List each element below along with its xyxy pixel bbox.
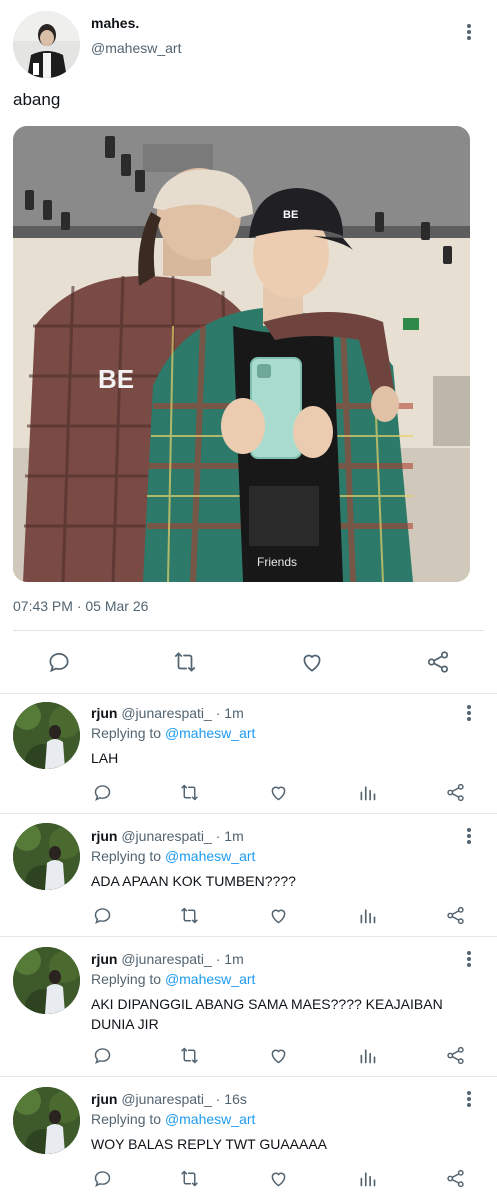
tweet-text: abang: [13, 90, 61, 109]
analytics-icon[interactable]: [355, 780, 379, 804]
retweet-icon[interactable]: [171, 648, 199, 676]
like-icon[interactable]: [266, 1166, 290, 1190]
reply-icon[interactable]: [90, 1043, 114, 1067]
reply-tweet[interactable]: rjun @junarespati_ · 1m Replying to @mah…: [0, 937, 497, 1076]
reply-author-name[interactable]: rjun: [91, 1091, 117, 1107]
reply-avatar-image: [13, 1087, 80, 1154]
shirt-print: BE: [98, 364, 134, 394]
reply-avatar[interactable]: [13, 702, 80, 769]
replying-to-prefix: Replying to: [91, 725, 162, 741]
share-icon[interactable]: [443, 903, 467, 927]
retweet-icon[interactable]: [177, 780, 201, 804]
replying-to: Replying to @mahesw_art: [91, 971, 255, 987]
replying-to-mention[interactable]: @mahesw_art: [165, 848, 255, 864]
reply-author-handle[interactable]: @junarespati_: [121, 828, 212, 844]
reply-icon[interactable]: [90, 903, 114, 927]
reply-icon[interactable]: [90, 1166, 114, 1190]
replying-to: Replying to @mahesw_art: [91, 725, 255, 741]
selfie-photo: BE Friends BE: [13, 126, 470, 582]
reply-dot: ·: [215, 1091, 221, 1107]
reply-author-name[interactable]: rjun: [91, 705, 117, 721]
reply-dot: ·: [215, 705, 221, 721]
reply-avatar-image: [13, 947, 80, 1014]
like-icon[interactable]: [266, 903, 290, 927]
replying-to-mention[interactable]: @mahesw_art: [165, 971, 255, 987]
analytics-icon[interactable]: [355, 903, 379, 927]
reply-tweet[interactable]: rjun @junarespati_ · 1m Replying to @mah…: [0, 814, 497, 936]
like-icon[interactable]: [298, 648, 326, 676]
reply-author-handle[interactable]: @junarespati_: [121, 705, 212, 721]
reply-avatar[interactable]: [13, 947, 80, 1014]
reply-header: rjun @junarespati_ · 1m: [91, 705, 244, 721]
more-options-icon[interactable]: [461, 826, 477, 846]
reply-icon[interactable]: [45, 648, 73, 676]
reply-text: AKI DIPANGGIL ABANG SAMA MAES???? KEAJAI…: [91, 996, 443, 1032]
reply-dot: ·: [215, 828, 221, 844]
share-icon[interactable]: [443, 1043, 467, 1067]
reply-author-name[interactable]: rjun: [91, 828, 117, 844]
reply-header: rjun @junarespati_ · 16s: [91, 1091, 247, 1107]
reply-header: rjun @junarespati_ · 1m: [91, 951, 244, 967]
share-icon[interactable]: [424, 648, 452, 676]
retweet-icon[interactable]: [177, 1166, 201, 1190]
main-tweet: mahes. @mahesw_art abang BE Friends BE 0…: [0, 0, 497, 693]
reply-author-handle[interactable]: @junarespati_: [121, 951, 212, 967]
author-avatar[interactable]: [13, 11, 80, 78]
reply-dot: ·: [215, 951, 221, 967]
replying-to: Replying to @mahesw_art: [91, 1111, 255, 1127]
tee-print: Friends: [257, 555, 297, 569]
like-icon[interactable]: [266, 780, 290, 804]
more-options-icon[interactable]: [461, 1089, 477, 1109]
reply-text: WOY BALAS REPLY TWT GUAAAAA: [91, 1136, 328, 1152]
replying-to-mention[interactable]: @mahesw_art: [165, 725, 255, 741]
replying-to: Replying to @mahesw_art: [91, 848, 255, 864]
reply-avatar[interactable]: [13, 823, 80, 890]
analytics-icon[interactable]: [355, 1166, 379, 1190]
reply-age: 16s: [224, 1091, 247, 1107]
reply-avatar[interactable]: [13, 1087, 80, 1154]
reply-tweet[interactable]: rjun @junarespati_ · 1m Replying to @mah…: [0, 694, 497, 813]
author-display-name[interactable]: mahes.: [91, 15, 139, 31]
reply-text: ADA APAAN KOK TUMBEN????: [91, 873, 296, 889]
more-options-icon[interactable]: [461, 22, 477, 42]
author-avatar-image: [13, 11, 80, 78]
cap-print: BE: [283, 209, 298, 221]
reply-header: rjun @junarespati_ · 1m: [91, 828, 244, 844]
replying-to-prefix: Replying to: [91, 848, 162, 864]
reply-text: LAH: [91, 750, 119, 766]
reply-avatar-image: [13, 823, 80, 890]
more-options-icon[interactable]: [461, 703, 477, 723]
reply-age: 1m: [224, 705, 244, 721]
reply-author-name[interactable]: rjun: [91, 951, 117, 967]
tweet-action-bar: [0, 645, 497, 679]
replying-to-prefix: Replying to: [91, 971, 162, 987]
reply-age: 1m: [224, 828, 244, 844]
share-icon[interactable]: [443, 1166, 467, 1190]
reply-age: 1m: [224, 951, 244, 967]
replying-to-prefix: Replying to: [91, 1111, 162, 1127]
analytics-icon[interactable]: [355, 1043, 379, 1067]
author-handle[interactable]: @mahesw_art: [91, 40, 181, 56]
like-icon[interactable]: [266, 1043, 290, 1067]
reply-tweet[interactable]: rjun @junarespati_ · 16s Replying to @ma…: [0, 1077, 497, 1200]
reply-author-handle[interactable]: @junarespati_: [121, 1091, 212, 1107]
replying-to-mention[interactable]: @mahesw_art: [165, 1111, 255, 1127]
reply-icon[interactable]: [90, 780, 114, 804]
tweet-photo[interactable]: BE Friends BE: [13, 126, 470, 582]
divider: [13, 630, 484, 631]
reply-avatar-image: [13, 702, 80, 769]
retweet-icon[interactable]: [177, 903, 201, 927]
tweet-timestamp: 07:43 PM · 05 Mar 26: [13, 598, 149, 614]
more-options-icon[interactable]: [461, 949, 477, 969]
retweet-icon[interactable]: [177, 1043, 201, 1067]
share-icon[interactable]: [443, 780, 467, 804]
